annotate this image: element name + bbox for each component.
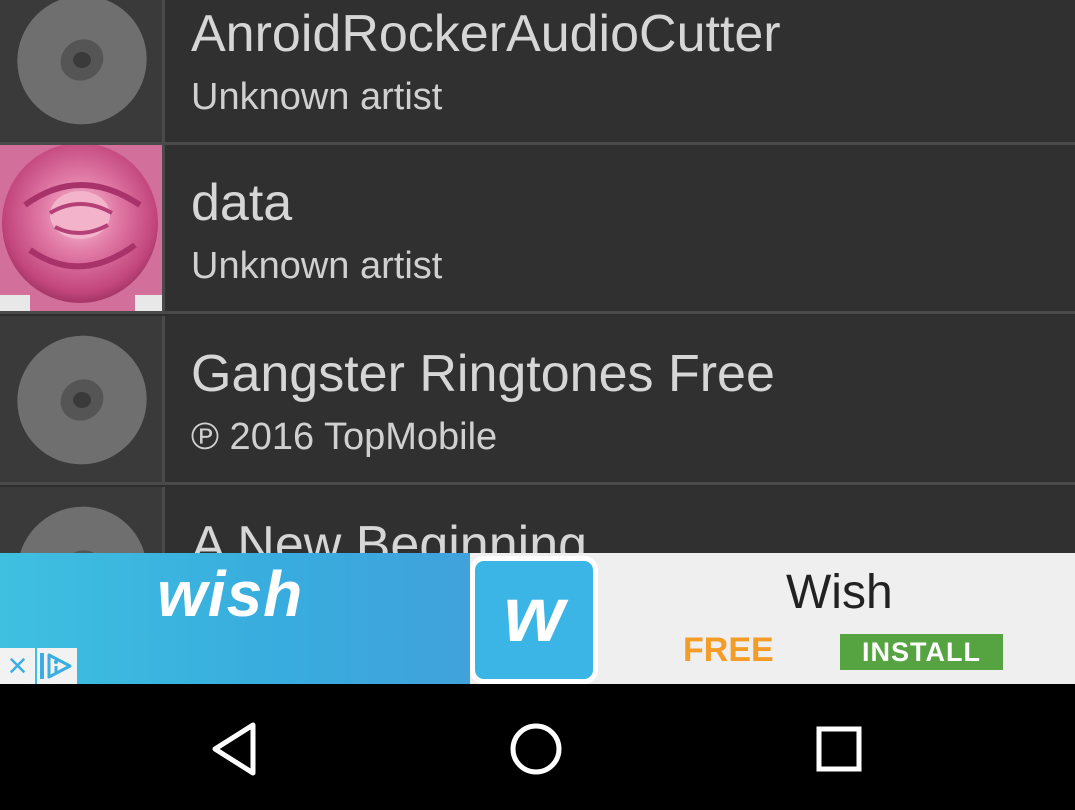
album-art-image [0, 145, 165, 311]
disc-icon [0, 0, 165, 142]
ad-price: FREE [683, 631, 774, 669]
disc-icon [0, 487, 165, 553]
wish-app-icon[interactable]: w [470, 556, 598, 684]
install-button[interactable]: INSTALL [840, 634, 1003, 670]
home-icon[interactable] [506, 719, 566, 779]
track-artist: Unknown artist [191, 76, 443, 118]
close-ad-icon[interactable]: × [0, 648, 35, 684]
ad-app-name: Wish [786, 566, 893, 619]
ad-brand-wordmark: wish [157, 558, 304, 630]
track-title: Gangster Ringtones Free [191, 345, 775, 403]
track-row[interactable]: Gangster Ringtones Free ℗ 2016 TopMobile [0, 316, 1075, 485]
track-title: data [191, 174, 293, 232]
navigation-bar [0, 684, 1075, 810]
track-title: AnroidRockerAudioCutter [191, 5, 781, 63]
track-copyright: ℗ 2016 TopMobile [191, 416, 498, 458]
adchoices-icon[interactable] [37, 648, 77, 684]
ad-banner[interactable]: wish w Wish FREE INSTALL × [0, 553, 1075, 684]
disc-icon [0, 316, 165, 482]
track-row[interactable]: A New Beginning [0, 487, 1075, 553]
track-title: A New Beginning [191, 516, 588, 553]
track-row[interactable]: AnroidRockerAudioCutter Unknown artist [0, 0, 1075, 145]
track-list: AnroidRockerAudioCutter Unknown artist d… [0, 0, 1075, 553]
back-icon[interactable] [205, 719, 265, 779]
track-artist: Unknown artist [191, 245, 443, 287]
track-row[interactable]: data Unknown artist [0, 145, 1075, 314]
recents-icon[interactable] [808, 719, 868, 779]
